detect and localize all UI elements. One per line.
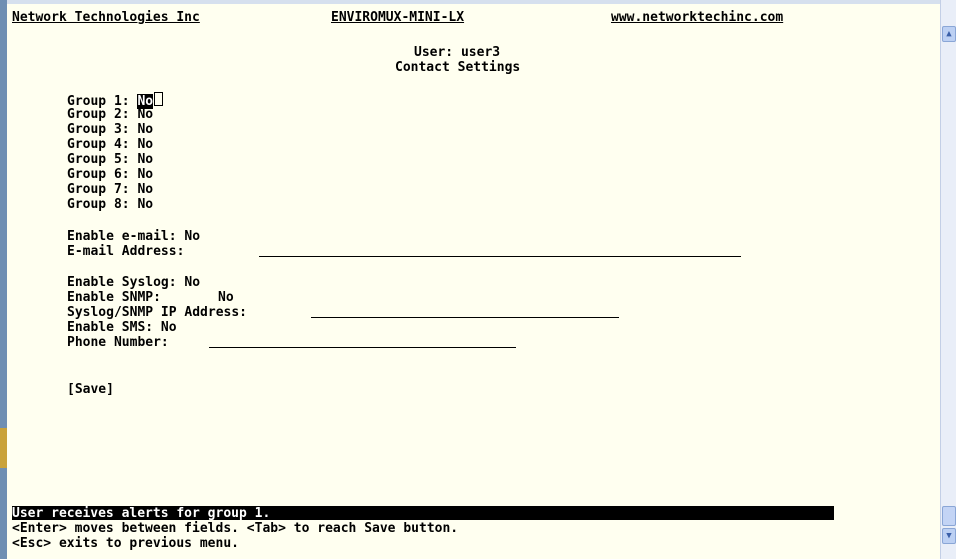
enable-snmp-value[interactable]: No — [218, 290, 234, 305]
group-2-value[interactable]: No — [137, 107, 153, 122]
email-address-field[interactable] — [259, 256, 741, 257]
website-url: www.networktechinc.com — [611, 10, 784, 25]
enable-email-value[interactable]: No — [184, 229, 200, 244]
save-button[interactable]: [Save] — [67, 382, 114, 397]
group-4-label: Group 4: — [67, 137, 130, 152]
enable-syslog-value[interactable]: No — [184, 275, 200, 290]
enable-email-row: Enable e-mail: No — [67, 229, 200, 244]
page-title: Contact Settings — [395, 60, 521, 75]
enable-syslog-row: Enable Syslog: No — [67, 275, 200, 290]
group-5-value[interactable]: No — [137, 152, 153, 167]
group-6-value[interactable]: No — [137, 167, 153, 182]
help-line-1: <Enter> moves between fields. <Tab> to r… — [12, 521, 459, 536]
phone-number-label: Phone Number: — [67, 335, 169, 350]
group-3-value[interactable]: No — [137, 122, 153, 137]
scroll-thumb[interactable] — [942, 506, 956, 526]
syslog-ip-label: Syslog/SNMP IP Address: — [67, 305, 248, 320]
text-cursor — [154, 92, 164, 106]
group-7-value[interactable]: No — [137, 182, 153, 197]
group-8-value[interactable]: No — [137, 197, 153, 212]
scroll-up-button[interactable]: ▲ — [942, 26, 956, 42]
group-2-label: Group 2: — [67, 107, 130, 122]
group-6-label: Group 6: — [67, 167, 130, 182]
group-6-row: Group 6: No — [67, 167, 153, 182]
syslog-ip-field[interactable] — [311, 317, 619, 318]
enable-email-label: Enable e-mail: — [67, 229, 177, 244]
group-5-row: Group 5: No — [67, 152, 153, 167]
group-7-label: Group 7: — [67, 182, 130, 197]
group-3-row: Group 3: No — [67, 122, 153, 137]
enable-syslog-label: Enable Syslog: — [67, 275, 177, 290]
product-name: ENVIROMUX-MINI-LX — [331, 10, 465, 25]
edge-marker — [0, 428, 7, 468]
group-5-label: Group 5: — [67, 152, 130, 167]
help-line-2: <Esc> exits to previous menu. — [12, 536, 239, 551]
window-left-edge — [0, 0, 7, 559]
group-2-row: Group 2: No — [67, 107, 153, 122]
vertical-scrollbar[interactable]: ▲ ▼ — [940, 0, 956, 559]
email-address-label: E-mail Address: — [67, 244, 185, 259]
group-4-value[interactable]: No — [137, 137, 153, 152]
enable-sms-label: Enable SMS: — [67, 320, 154, 335]
window-top-edge — [7, 0, 940, 4]
chevron-up-icon: ▲ — [946, 29, 952, 39]
enable-snmp-label: Enable SNMP: — [67, 290, 161, 305]
group-8-label: Group 8: — [67, 197, 130, 212]
company-name: Network Technologies Inc — [12, 10, 200, 25]
phone-number-field[interactable] — [209, 347, 516, 348]
enable-sms-value[interactable]: No — [161, 320, 177, 335]
group-4-row: Group 4: No — [67, 137, 153, 152]
user-line: User: user3 — [414, 45, 501, 60]
status-message: User receives alerts for group 1. — [12, 506, 271, 521]
scroll-down-button[interactable]: ▼ — [942, 528, 956, 544]
enable-sms-row: Enable SMS: No — [67, 320, 177, 335]
group-3-label: Group 3: — [67, 122, 130, 137]
group-8-row: Group 8: No — [67, 197, 153, 212]
chevron-down-icon: ▼ — [946, 531, 952, 541]
group-7-row: Group 7: No — [67, 182, 153, 197]
